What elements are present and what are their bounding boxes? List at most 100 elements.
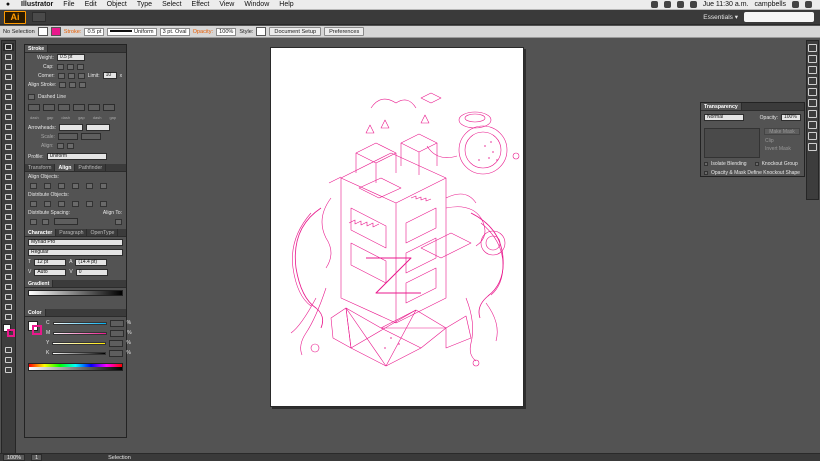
opacity-input[interactable]: 100% [216, 27, 237, 36]
current-tool-status[interactable]: Selection [108, 455, 131, 461]
tab-color[interactable]: Color [25, 309, 46, 316]
space-horizontal-icon[interactable] [42, 218, 49, 225]
direct-select-icon[interactable] [3, 53, 14, 61]
weight-input[interactable]: 0.5 pt [56, 54, 85, 61]
fill-stroke-widget[interactable] [3, 324, 15, 344]
m-input[interactable] [110, 329, 125, 337]
font-size-input[interactable]: 12 pt [34, 258, 67, 266]
clock[interactable]: Jue 11:30 a.m. [703, 1, 749, 8]
layers-icon[interactable] [808, 121, 817, 129]
menu-edit[interactable]: Edit [80, 1, 102, 8]
draw-mode-icon[interactable] [3, 356, 14, 364]
gap-field-3[interactable] [103, 104, 115, 111]
tab-pathfinder[interactable]: Pathfinder [75, 164, 107, 171]
graph-icon[interactable] [3, 273, 14, 281]
wifi-icon[interactable] [676, 1, 684, 8]
align-left-icon[interactable] [30, 182, 37, 189]
stroke-color-icon[interactable] [7, 329, 15, 337]
symbols-icon[interactable] [808, 77, 817, 85]
menu-view[interactable]: View [214, 1, 239, 8]
kerning-input[interactable]: Auto [34, 268, 67, 276]
artboard-number[interactable]: 1 [31, 454, 43, 461]
spacing-input[interactable] [54, 218, 78, 225]
gradient-preview[interactable] [28, 290, 123, 296]
menu-file[interactable]: File [58, 1, 79, 8]
zoom-level-input[interactable]: 100% [3, 454, 26, 461]
gap-field-1[interactable] [43, 104, 55, 111]
k-input[interactable] [109, 349, 124, 357]
fill-swatch[interactable] [37, 27, 48, 36]
lasso-icon[interactable] [3, 73, 14, 81]
style-swatch[interactable] [256, 27, 267, 36]
opacity-label[interactable]: Opacity: [193, 29, 214, 35]
tab-transform[interactable]: Transform [25, 164, 56, 171]
document-setup-button[interactable]: Document Setup [269, 27, 322, 36]
scale-icon[interactable] [3, 173, 14, 181]
tab-gradient[interactable]: Gradient [25, 280, 54, 287]
menu-object[interactable]: Object [102, 1, 132, 8]
swatches-icon[interactable] [808, 55, 817, 63]
workspace-switcher[interactable]: Essentials ▾ [703, 13, 738, 21]
align-inside-icon[interactable] [69, 81, 77, 88]
isometric-illustration[interactable] [271, 48, 524, 407]
color-stroke-icon[interactable] [32, 325, 42, 335]
font-style-select[interactable]: Regular [28, 248, 123, 256]
rectangle-icon[interactable] [3, 113, 14, 121]
butt-cap-icon[interactable] [56, 63, 64, 70]
clip-option[interactable]: Clip [765, 138, 774, 144]
arrow-tip-icon[interactable] [56, 142, 64, 149]
isolate-checkbox[interactable] [704, 161, 708, 166]
brushes-icon[interactable] [808, 66, 817, 74]
align-vcenter-icon[interactable] [86, 182, 93, 189]
blend-mode-select[interactable]: Normal [704, 114, 744, 121]
round-join-icon[interactable] [67, 72, 75, 79]
preferences-button[interactable]: Preferences [324, 27, 365, 36]
arrowhead-start-select[interactable] [59, 124, 84, 131]
tab-align[interactable]: Align [55, 164, 76, 171]
pencil-icon[interactable] [3, 133, 14, 141]
color-mode-icon[interactable] [3, 346, 14, 354]
blob-brush-icon[interactable] [3, 143, 14, 151]
stroke-weight-input[interactable]: 0.5 pt [84, 27, 105, 36]
dashed-checkbox[interactable] [28, 93, 35, 100]
k-slider[interactable] [52, 351, 107, 355]
free-transform-icon[interactable] [3, 193, 14, 201]
square-cap-icon[interactable] [76, 63, 84, 70]
blend-icon[interactable] [3, 253, 14, 261]
brush-icon[interactable] [3, 123, 14, 131]
cloud-icon[interactable] [663, 1, 671, 8]
menu-window[interactable]: Window [239, 1, 274, 8]
dropbox-icon[interactable] [650, 1, 658, 8]
stroke-label[interactable]: Stroke: [64, 29, 82, 35]
menu-effect[interactable]: Effect [187, 1, 215, 8]
dash-field-3[interactable] [88, 104, 100, 111]
opacity-mask-checkbox[interactable] [704, 170, 708, 175]
font-family-select[interactable]: Myriad Pro [28, 238, 123, 246]
align-outside-icon[interactable] [79, 81, 87, 88]
distribute-hcenter-icon[interactable] [86, 200, 93, 207]
align-bottom-icon[interactable] [100, 182, 107, 189]
screen-mode-icon[interactable] [3, 366, 14, 374]
artboards-icon[interactable] [808, 132, 817, 140]
dash-field-1[interactable] [28, 104, 40, 111]
pen-icon[interactable] [3, 83, 14, 91]
width-icon[interactable] [3, 183, 14, 191]
line-icon[interactable] [3, 103, 14, 111]
graphic-styles-icon[interactable] [808, 88, 817, 96]
magic-wand-icon[interactable] [3, 63, 14, 71]
round-cap-icon[interactable] [66, 63, 74, 70]
align-top-icon[interactable] [72, 182, 79, 189]
limit-input[interactable]: 10 [102, 72, 117, 79]
battery-icon[interactable] [689, 1, 697, 8]
notification-icon[interactable] [805, 1, 812, 8]
shape-builder-icon[interactable] [3, 203, 14, 211]
search-icon[interactable] [792, 1, 799, 8]
space-vertical-icon[interactable] [30, 218, 37, 225]
type-icon[interactable] [3, 93, 14, 101]
dash-field-2[interactable] [58, 104, 70, 111]
knockout-checkbox[interactable] [754, 161, 759, 166]
gradient-icon[interactable] [3, 233, 14, 241]
tab-opentype[interactable]: OpenType [87, 229, 119, 236]
make-mask-button[interactable]: Make Mask [764, 128, 800, 135]
appearance-icon[interactable] [808, 99, 817, 107]
